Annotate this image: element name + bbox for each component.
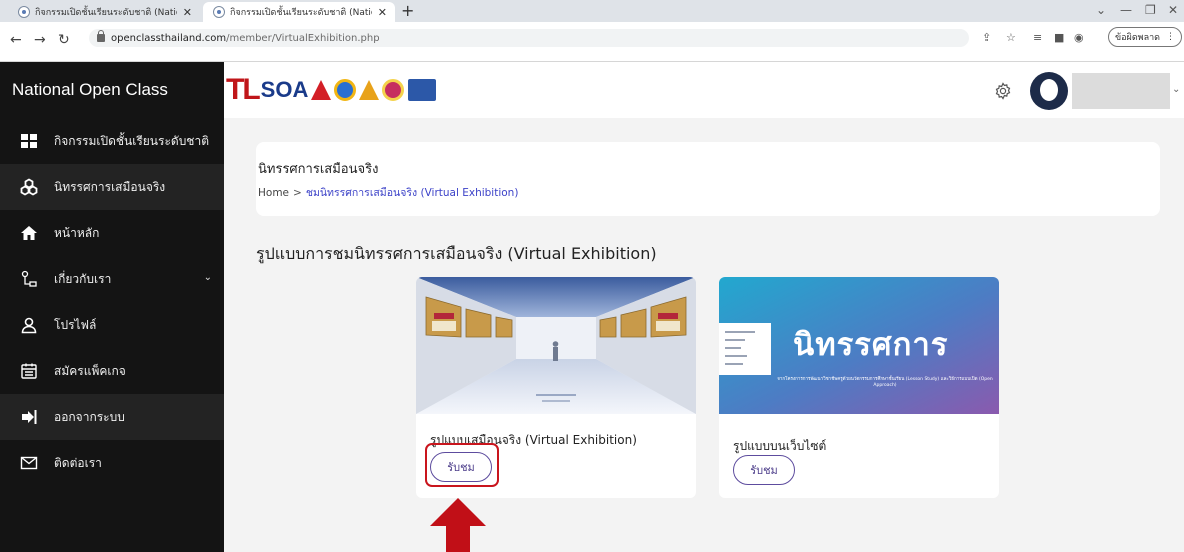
mail-icon (20, 456, 38, 470)
sidebar-item-package[interactable]: สมัครแพ็คเกจ (0, 348, 224, 394)
window-close-icon[interactable]: ✕ (1168, 3, 1178, 17)
tab-title: กิจกรรมเปิดชั้นเรียนระดับชาติ (Nation (35, 8, 177, 18)
sidebar-item-logout[interactable]: ออกจากระบบ (0, 394, 224, 440)
logout-icon (22, 410, 37, 424)
breadcrumb-card: นิทรรศการเสมือนจริง Home > ชมนิทรรศการเสมื… (256, 142, 1160, 216)
url-path: /member/VirtualExhibition.php (226, 32, 380, 44)
breadcrumb-separator: > (293, 187, 302, 199)
sidebar-item-label: ออกจากระบบ (54, 409, 125, 424)
browser-tab-1[interactable]: กิจกรรมเปิดชั้นเรียนระดับชาติ (Nation ✕ (8, 2, 200, 22)
calendar-icon (21, 363, 37, 379)
sidebar-item-label: ติดต่อเรา (54, 455, 102, 470)
back-icon[interactable]: ← (10, 32, 22, 48)
profile-icon[interactable]: ◉ (1074, 31, 1084, 44)
chevron-down-icon: ⌄ (203, 272, 212, 283)
bookmark-star-icon[interactable]: ☆ (1006, 31, 1016, 44)
sidebar-item-label: โปรไฟล์ (54, 317, 97, 332)
site-favicon-icon (18, 6, 30, 18)
triangle-logo-icon (311, 80, 332, 100)
top-header: TL SOA ⌄ (224, 62, 1184, 118)
triangle-logo-icon (359, 80, 380, 100)
sidebar-item-national-activity[interactable]: กิจกรรมเปิดชั้นเรียนระดับชาติ (0, 118, 224, 164)
sidebar-item-home[interactable]: หน้าหลัก (0, 210, 224, 256)
browser-tab-bar: กิจกรรมเปิดชั้นเรียนระดับชาติ (Nation ✕ … (0, 0, 1184, 22)
breadcrumb-home-link[interactable]: Home (258, 187, 289, 199)
url-field[interactable]: openclassthailand.com /member/VirtualExh… (89, 29, 969, 47)
org-icon (21, 270, 37, 287)
maximize-icon[interactable]: ❐ (1145, 3, 1156, 17)
user-icon (21, 317, 37, 334)
view-virtual-button[interactable]: รับชม (430, 452, 492, 482)
banner-title: นิทรรศการ (793, 327, 949, 363)
card-title: รูปแบบบนเว็บไซต์ (733, 439, 827, 453)
home-icon (21, 226, 37, 240)
site-favicon-icon (213, 6, 225, 18)
chevron-down-icon[interactable]: ⌄ (1172, 84, 1180, 95)
browser-tab-2[interactable]: กิจกรรมเปิดชั้นเรียนระดับชาติ (Nation ✕ (203, 2, 395, 22)
close-tab-icon[interactable]: ✕ (378, 6, 387, 19)
sidebar-item-virtual-exhibition[interactable]: นิทรรศการเสมือนจริง (0, 164, 224, 210)
section-heading: รูปแบบการชมนิทรรศการเสมือนจริง (Virtual … (256, 244, 657, 263)
square-logo-icon (408, 79, 437, 101)
new-tab-icon[interactable]: + (401, 2, 414, 20)
exhibition-card-website: นิทรรศการ จากโครงการการพัฒนาวิชาชีพครูด้… (719, 277, 999, 498)
seal-logo-icon (334, 79, 357, 101)
seal-logo-icon (382, 79, 405, 101)
user-name-placeholder[interactable] (1072, 73, 1170, 109)
tlsoa-logo-tl: TL (226, 73, 261, 106)
partner-logos: TL SOA (226, 73, 437, 106)
address-bar: ← → ↻ openclassthailand.com /member/Virt… (0, 22, 1184, 62)
tab-search-icon[interactable]: ⌄ (1096, 3, 1106, 17)
virtual-hall-thumbnail (416, 277, 696, 414)
reload-icon[interactable]: ↻ (58, 32, 70, 48)
reading-list-icon[interactable]: ≡ (1033, 31, 1042, 44)
sidebar-brand[interactable]: National Open Class (0, 62, 224, 118)
sidebar-item-label: สมัครแพ็คเกจ (54, 363, 126, 378)
close-tab-icon[interactable]: ✕ (183, 6, 192, 19)
sidebar-item-label: หน้าหลัก (54, 225, 100, 240)
sidebar-item-label: กิจกรรมเปิดชั้นเรียนระดับชาติ (54, 133, 209, 148)
browser-update-button[interactable]: ข้อผิดพลาด ⋮ (1108, 27, 1183, 47)
tab-title: กิจกรรมเปิดชั้นเรียนระดับชาติ (Nation (230, 8, 372, 18)
breadcrumb-current[interactable]: ชมนิทรรศการเสมือนจริง (Virtual Exhibitio… (306, 187, 519, 199)
sidebar-item-about[interactable]: เกี่ยวกับเรา ⌄ (0, 256, 224, 302)
lock-icon (97, 30, 105, 42)
url-host: openclassthailand.com (111, 32, 227, 44)
page-title: นิทรรศการเสมือนจริง (258, 162, 379, 177)
side-panel-icon[interactable]: ■ (1054, 31, 1064, 44)
exhibition-card-virtual: รูปแบบเสมือนจริง (Virtual Exhibition) รั… (416, 277, 696, 498)
tlsoa-logo-soa: SOA (260, 77, 309, 102)
sidebar-item-label: นิทรรศการเสมือนจริง (54, 179, 166, 194)
sidebar-item-contact[interactable]: ติดต่อเรา (0, 440, 224, 486)
update-label: ข้อผิดพลาด (1115, 33, 1161, 43)
breadcrumb: Home > ชมนิทรรศการเสมือนจริง (Virtual Exhi… (258, 184, 518, 201)
gear-icon[interactable] (994, 82, 1012, 100)
cubes-icon (20, 178, 38, 196)
more-menu-icon: ⋮ (1166, 32, 1176, 42)
pointer-arrow-icon (430, 498, 486, 552)
avatar[interactable] (1030, 72, 1068, 110)
banner-subtitle: จากโครงการการพัฒนาวิชาชีพครูด้วยนวัตกรรม… (777, 377, 993, 388)
share-icon[interactable]: ⇪ (982, 31, 991, 44)
grid-icon (21, 134, 37, 148)
sidebar-item-label: เกี่ยวกับเรา (54, 271, 112, 286)
sidebar-item-profile[interactable]: โปรไฟล์ (0, 302, 224, 348)
minimize-icon[interactable]: — (1120, 3, 1132, 17)
view-website-button[interactable]: รับชม (733, 455, 795, 485)
sidebar: National Open Class กิจกรรมเปิดชั้นเรียน… (0, 62, 224, 552)
forward-icon[interactable]: → (34, 32, 46, 48)
